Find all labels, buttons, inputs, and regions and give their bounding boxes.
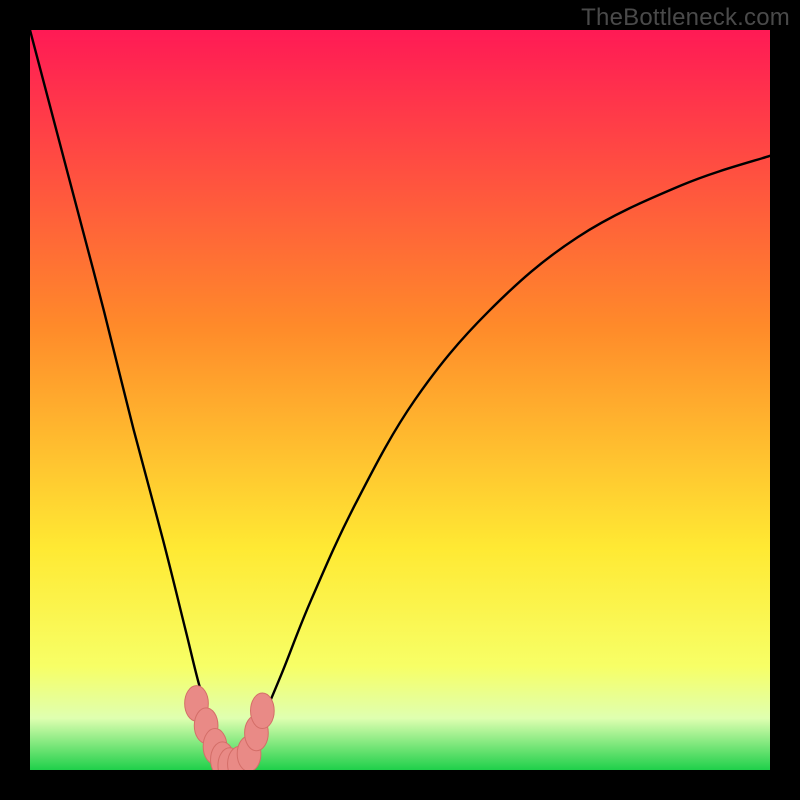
marker-point — [251, 693, 275, 729]
bottleneck-chart — [30, 30, 770, 770]
gradient-background — [30, 30, 770, 770]
plot-area — [30, 30, 770, 770]
watermark-text: TheBottleneck.com — [581, 4, 790, 32]
chart-frame: TheBottleneck.com — [0, 0, 800, 800]
